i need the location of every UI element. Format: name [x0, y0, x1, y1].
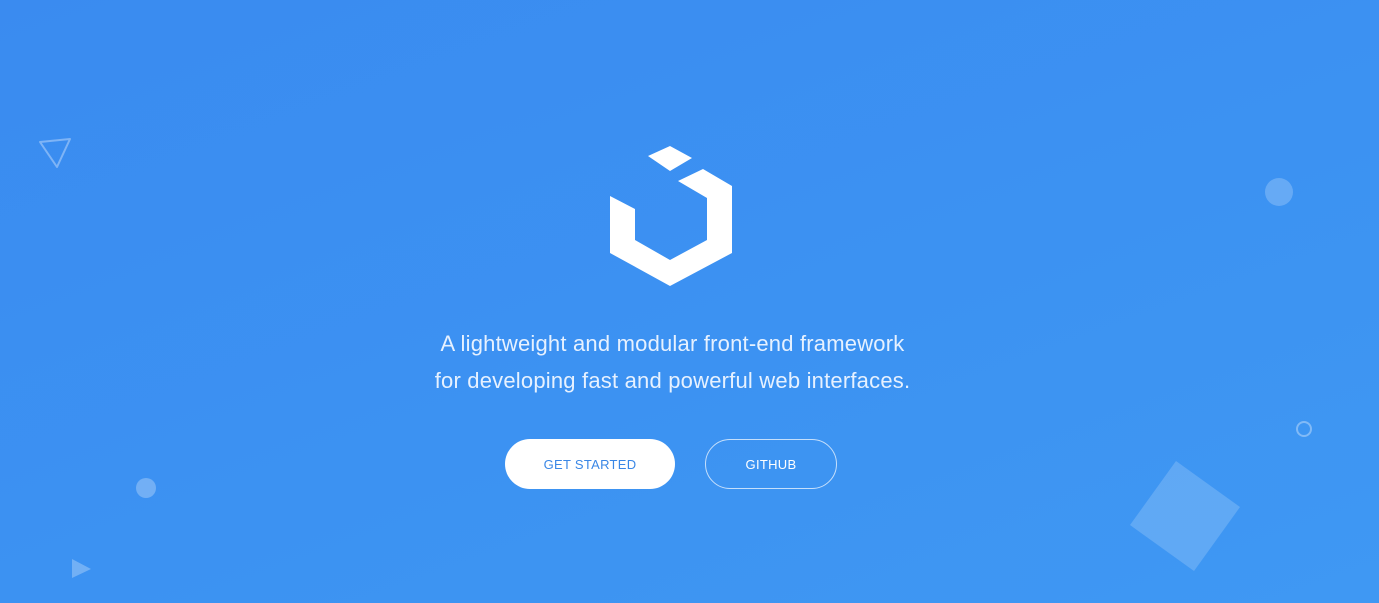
circle-filled-small-icon — [136, 478, 156, 498]
triangle-outline-icon — [39, 138, 71, 168]
play-triangle-icon — [72, 559, 91, 578]
circle-filled-icon — [1265, 178, 1293, 206]
tagline-line-2: for developing fast and powerful web int… — [434, 368, 911, 393]
hero-section: A lightweight and modular front-end fram… — [0, 0, 1379, 603]
uikit-logo-icon — [610, 146, 732, 286]
circle-outline-icon — [1296, 421, 1312, 437]
github-button[interactable]: GITHUB — [705, 439, 837, 489]
tagline-line-1: A lightweight and modular front-end fram… — [440, 331, 905, 356]
square-rotated-icon — [1130, 461, 1240, 571]
get-started-button[interactable]: GET STARTED — [505, 439, 675, 489]
